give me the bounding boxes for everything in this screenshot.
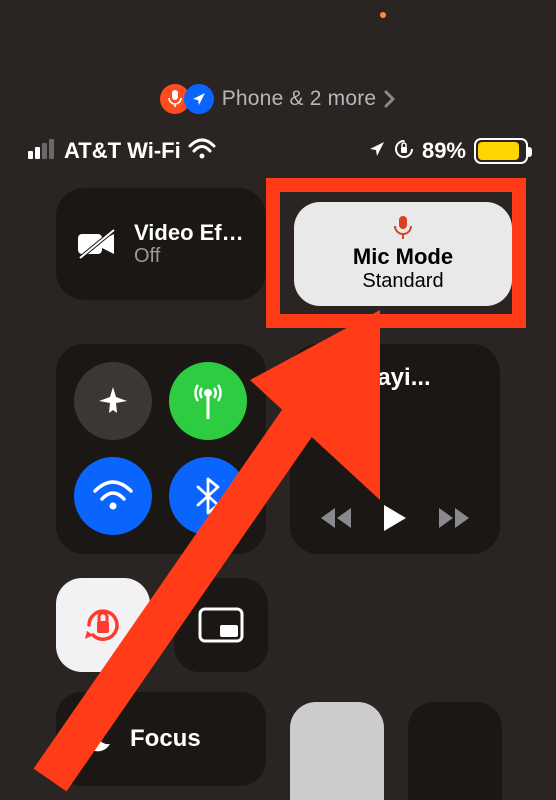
- video-effects-subtitle: Off: [134, 245, 244, 268]
- phone-slider[interactable]: [408, 702, 502, 800]
- mic-icon: [168, 90, 182, 108]
- privacy-apps-label: Phone & 2 more: [222, 87, 377, 111]
- orientation-lock-icon: [79, 601, 127, 649]
- status-bar: AT&T Wi-Fi 89%: [0, 138, 556, 164]
- video-effects-title: Video Effe..: [134, 220, 244, 245]
- play-icon[interactable]: [382, 503, 408, 538]
- carrier-label: AT&T Wi-Fi: [64, 138, 181, 164]
- wifi-toggle[interactable]: [74, 457, 152, 535]
- bluetooth-icon: [196, 477, 220, 515]
- focus-tile[interactable]: Focus: [56, 692, 266, 786]
- mic-mode-title: Mic Mode: [353, 244, 453, 270]
- recording-dot: [380, 12, 386, 18]
- wifi-icon: [189, 139, 215, 164]
- antenna-icon: [191, 381, 225, 421]
- battery-percent-label: 89%: [422, 138, 466, 164]
- moon-icon: [80, 720, 114, 759]
- privacy-indicator-row[interactable]: Phone & 2 more: [0, 84, 556, 114]
- pip-tile[interactable]: [174, 578, 268, 672]
- now-playing-title: Not Playi...: [308, 364, 482, 392]
- bluetooth-toggle[interactable]: [169, 457, 247, 535]
- battery-fill: [478, 142, 519, 160]
- lock-rotation-icon: [394, 139, 414, 164]
- chevron-right-icon: [384, 90, 396, 108]
- mic-mode-tile[interactable]: Mic Mode Standard: [294, 202, 512, 306]
- signal-icon: [28, 139, 56, 164]
- focus-title: Focus: [130, 725, 201, 753]
- brightness-slider[interactable]: [290, 702, 384, 800]
- airplane-icon: [95, 383, 131, 419]
- video-effects-tile[interactable]: Video Effe.. Off: [56, 188, 266, 300]
- airplane-mode-toggle[interactable]: [74, 362, 152, 440]
- pip-icon: [198, 607, 244, 643]
- location-pill: [184, 84, 214, 114]
- previous-icon[interactable]: [321, 506, 355, 535]
- mic-mode-highlight: Mic Mode Standard: [266, 178, 526, 328]
- cellular-data-toggle[interactable]: [169, 362, 247, 440]
- wifi-icon: [93, 481, 133, 511]
- privacy-icons: [160, 84, 214, 114]
- location-icon: [191, 91, 207, 107]
- mic-icon: [393, 216, 413, 240]
- next-icon[interactable]: [435, 506, 469, 535]
- mic-mode-subtitle: Standard: [362, 270, 443, 293]
- location-arrow-icon: [368, 140, 386, 163]
- battery-icon: [474, 138, 528, 164]
- connectivity-tile[interactable]: [56, 344, 266, 554]
- camera-off-icon: [76, 228, 118, 260]
- now-playing-tile[interactable]: Not Playi...: [290, 344, 500, 554]
- orientation-lock-tile[interactable]: [56, 578, 150, 672]
